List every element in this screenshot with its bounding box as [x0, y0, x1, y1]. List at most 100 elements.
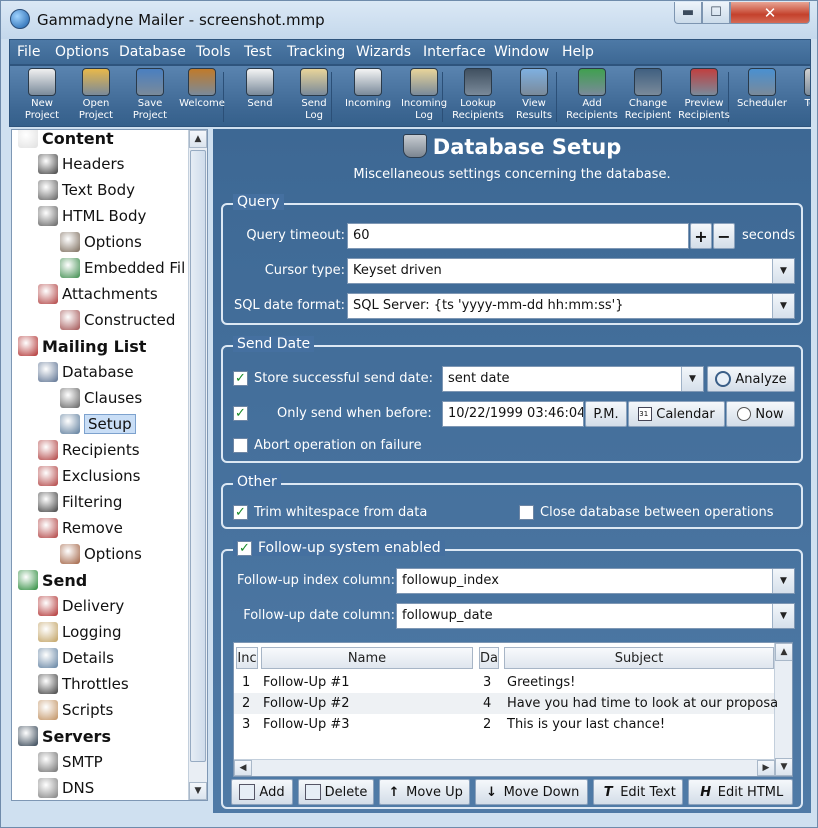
- column-header-subject[interactable]: Subject: [504, 647, 774, 669]
- scroll-up-button[interactable]: ▲: [189, 130, 207, 148]
- tree-item-send[interactable]: Send: [18, 569, 87, 591]
- followup-index-select[interactable]: followup_index ▼: [396, 568, 795, 594]
- scroll-left-button[interactable]: ◀: [234, 760, 252, 776]
- tree-item-delivery[interactable]: Delivery: [38, 595, 124, 617]
- menu-database[interactable]: Database: [119, 44, 186, 60]
- analyze-button[interactable]: Analyze: [707, 366, 795, 392]
- table-row[interactable]: 1 Follow-Up #1 3 Greetings!: [234, 672, 774, 693]
- tree-item-attachments[interactable]: Attachments: [38, 283, 158, 305]
- tree-item-scripts[interactable]: Scripts: [38, 699, 113, 721]
- navigation-tree[interactable]: ▲ ▼ Content Headers Text Body HTML Body Opti…: [11, 129, 208, 801]
- menu-tools[interactable]: Tools: [196, 44, 231, 60]
- add-button[interactable]: Add: [231, 779, 293, 805]
- menu-options[interactable]: Options: [55, 44, 109, 60]
- table-hscrollbar[interactable]: ◀ ▶: [234, 759, 775, 776]
- toolbar-preview-recipients-button[interactable]: Preview Recipients: [676, 68, 732, 126]
- followup-date-select[interactable]: followup_date ▼: [396, 603, 795, 629]
- toolbar-welcome-button[interactable]: Welcome: [174, 68, 230, 126]
- tree-item-smtp[interactable]: SMTP: [38, 751, 103, 773]
- tree-item-logging[interactable]: Logging: [38, 621, 122, 643]
- cursor-type-select[interactable]: Keyset driven ▼: [347, 258, 795, 284]
- tree-item-setup[interactable]: Setup: [60, 413, 136, 435]
- tree-item-recipients[interactable]: Recipients: [38, 439, 140, 461]
- tree-item-html-body[interactable]: HTML Body: [38, 205, 146, 227]
- followup-enabled-checkbox[interactable]: ✓: [237, 540, 252, 556]
- abort-on-failure-checkbox[interactable]: [233, 438, 248, 453]
- close-button[interactable]: ✕: [730, 2, 810, 24]
- table-row[interactable]: 3 Follow-Up #3 2 This is your last chance!: [234, 714, 774, 735]
- minimize-button[interactable]: ▬: [674, 2, 702, 24]
- scroll-down-button[interactable]: ▼: [775, 758, 792, 776]
- tree-item-remove[interactable]: Remove: [38, 517, 123, 539]
- tree-item-clauses[interactable]: Clauses: [60, 387, 142, 409]
- edit-text-button[interactable]: T Edit Text: [593, 779, 683, 805]
- tree-item-exclusions[interactable]: Exclusions: [38, 465, 141, 487]
- toolbar-send-log-button[interactable]: Send Log: [286, 68, 342, 126]
- scroll-up-button[interactable]: ▲: [775, 643, 792, 661]
- store-send-date-checkbox[interactable]: ✓: [233, 371, 248, 386]
- tree-item-servers[interactable]: Servers: [18, 725, 111, 747]
- toolbar-view-results-button[interactable]: View Results: [506, 68, 562, 126]
- column-header-inc[interactable]: Inc: [236, 647, 258, 669]
- chevron-down-icon[interactable]: ▼: [772, 294, 794, 318]
- toolbar-temp-button[interactable]: Temp: [790, 68, 810, 126]
- toolbar-open-project-button[interactable]: Open Project: [68, 68, 124, 126]
- move-down-button[interactable]: ↓ Move Down: [475, 779, 588, 805]
- toolbar-add-recipients-button[interactable]: Add Recipients: [564, 68, 620, 126]
- tree-item-dns[interactable]: DNS: [38, 777, 94, 799]
- trim-whitespace-checkbox[interactable]: ✓: [233, 505, 248, 520]
- decrement-button[interactable]: −: [713, 223, 735, 249]
- scroll-thumb[interactable]: [190, 150, 206, 762]
- tree-item-details[interactable]: Details: [38, 647, 114, 669]
- tree-item-options[interactable]: Options: [60, 231, 142, 253]
- chevron-down-icon[interactable]: ▼: [681, 367, 703, 391]
- scroll-right-button[interactable]: ▶: [757, 760, 775, 776]
- tree-item-filtering[interactable]: Filtering: [38, 491, 122, 513]
- toolbar-save-project-button[interactable]: Save Project: [122, 68, 178, 126]
- tree-item-headers[interactable]: Headers: [38, 153, 124, 175]
- tree-item-content[interactable]: Content: [18, 130, 114, 149]
- send-date-column-select[interactable]: sent date ▼: [442, 366, 704, 392]
- column-header-da[interactable]: Da: [479, 647, 499, 669]
- sql-date-format-select[interactable]: SQL Server: {ts 'yyyy-mm-dd hh:mm:ss'} ▼: [347, 293, 795, 319]
- maximize-button[interactable]: ☐: [702, 2, 730, 24]
- tree-item-mailing-list[interactable]: Mailing List: [18, 335, 146, 357]
- menu-help[interactable]: Help: [562, 44, 594, 60]
- query-timeout-input[interactable]: 60: [347, 223, 689, 249]
- toolbar-scheduler-button[interactable]: Scheduler: [734, 68, 790, 126]
- now-button[interactable]: Now: [726, 401, 795, 427]
- menu-window[interactable]: Window: [494, 44, 549, 60]
- move-up-button[interactable]: ↑ Move Up: [379, 779, 470, 805]
- chevron-down-icon[interactable]: ▼: [772, 569, 794, 593]
- tree-item-database[interactable]: Database: [38, 361, 134, 383]
- increment-button[interactable]: +: [690, 223, 712, 249]
- toolbar-send-button[interactable]: Send: [232, 68, 288, 126]
- tree-item-embedded-fil[interactable]: Embedded Fil: [60, 257, 185, 279]
- tree-item-throttles[interactable]: Throttles: [38, 673, 129, 695]
- followup-table[interactable]: ▲ ▼ ◀ ▶ Inc Name Da Subject 1 Follow-Up #1 3 Gr…: [233, 642, 793, 777]
- toolbar-incoming-button[interactable]: Incoming: [340, 68, 396, 126]
- tree-item-options[interactable]: Options: [60, 543, 142, 565]
- scroll-down-button[interactable]: ▼: [189, 782, 207, 800]
- tree-item-text-body[interactable]: Text Body: [38, 179, 135, 201]
- menu-wizards[interactable]: Wizards: [356, 44, 411, 60]
- calendar-button[interactable]: 31 Calendar: [628, 401, 725, 427]
- toolbar-new-project-button[interactable]: New Project: [14, 68, 70, 126]
- menu-test[interactable]: Test: [244, 44, 272, 60]
- menu-tracking[interactable]: Tracking: [287, 44, 345, 60]
- table-row[interactable]: 2 Follow-Up #2 4 Have you had time to look …: [234, 693, 778, 714]
- column-header-name[interactable]: Name: [261, 647, 473, 669]
- menu-file[interactable]: File: [17, 44, 40, 60]
- send-before-datetime-input[interactable]: 10/22/1999 03:46:04: [442, 401, 584, 427]
- menu-interface[interactable]: Interface: [423, 44, 486, 60]
- toolbar-incoming-log-button[interactable]: Incoming Log: [396, 68, 452, 126]
- tree-scrollbar[interactable]: ▲ ▼: [188, 130, 207, 800]
- chevron-down-icon[interactable]: ▼: [772, 604, 794, 628]
- tree-item-constructed[interactable]: Constructed: [60, 309, 175, 331]
- toolbar-change-recipient-button[interactable]: Change Recipient: [620, 68, 676, 126]
- delete-button[interactable]: Delete: [298, 779, 374, 805]
- close-database-checkbox[interactable]: [519, 505, 534, 520]
- pm-toggle-button[interactable]: P.M.: [585, 401, 627, 427]
- chevron-down-icon[interactable]: ▼: [772, 259, 794, 283]
- only-send-before-checkbox[interactable]: ✓: [233, 406, 248, 421]
